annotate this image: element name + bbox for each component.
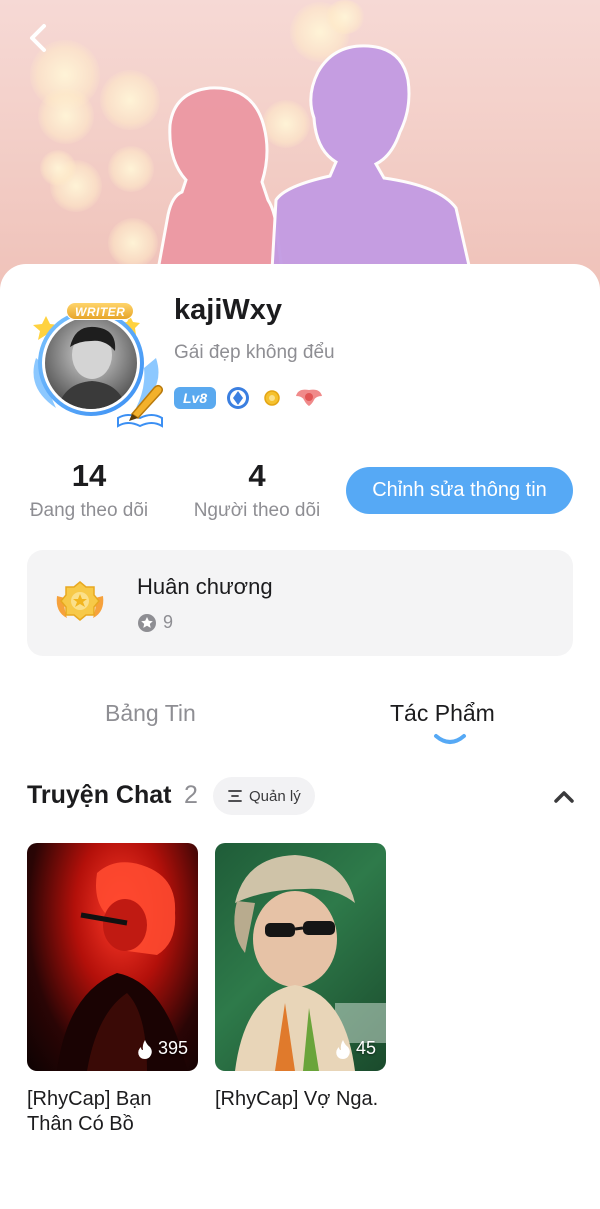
story-views-count: 45 [355, 1038, 376, 1058]
followers-count: 4 [248, 458, 266, 493]
medals-count: 9 [163, 612, 174, 632]
story-title: [RhyCap] Bạn Thân Có Bồ [27, 1088, 152, 1135]
fire-icon [336, 1039, 350, 1059]
followers-label: Người theo dõi [193, 500, 321, 521]
manage-button[interactable]: Quản lý [213, 777, 315, 815]
chevron-up-icon [554, 791, 574, 803]
collapse-button[interactable] [550, 783, 578, 811]
story-views: 395 [137, 1038, 188, 1059]
bio: Gái đẹp không đểu [174, 342, 335, 363]
tab-works[interactable]: Tác Phẩm [390, 700, 495, 727]
profile-cover-banner [0, 0, 600, 300]
chevron-left-icon [30, 24, 46, 52]
story-views: 45 [335, 1038, 376, 1059]
following-count: 14 [71, 458, 107, 493]
story-card[interactable]: 395 [RhyCap] Bạn Thân Có Bồ [27, 843, 198, 1137]
medals-count-row: 9 [137, 612, 173, 633]
manage-label: Quản lý [249, 787, 301, 805]
coin-badge-icon[interactable] [260, 386, 284, 410]
pen-and-book-icon [117, 384, 164, 428]
story-cover-image: 395 [27, 843, 198, 1071]
story-cover-figure [234, 855, 386, 1071]
back-button[interactable] [18, 18, 58, 58]
level-badge[interactable]: Lv8 [174, 387, 217, 409]
star-coin-icon [138, 613, 156, 632]
badge-row: Lv8 [174, 386, 324, 410]
username: kajiWxy [174, 294, 282, 326]
diamond-badge-icon[interactable] [226, 386, 250, 410]
section-title: Truyện Chat [27, 781, 172, 809]
sort-icon [228, 790, 242, 802]
medals-panel[interactable]: Huân chương 9 [27, 550, 573, 656]
story-views-count: 395 [157, 1038, 188, 1058]
following-label: Đang theo dõi [29, 500, 149, 521]
profile-card: WRITER kajiWxy Gái đẹp không đểu Lv8 14 … [0, 264, 600, 1209]
following-stat[interactable]: 14 Đang theo dõi [27, 458, 151, 522]
story-title: [RhyCap] Vợ Nga. [215, 1088, 379, 1110]
section-count: 2 [184, 781, 198, 809]
fire-icon [138, 1039, 152, 1059]
couple-silhouette-illustration [156, 44, 472, 272]
avatar[interactable]: WRITER [26, 298, 166, 428]
writer-tag: WRITER [66, 302, 135, 320]
followers-stat[interactable]: 4 Người theo dõi [191, 458, 323, 522]
active-tab-indicator [434, 734, 466, 744]
edit-profile-button[interactable]: Chỉnh sửa thông tin [346, 467, 573, 514]
tab-news-feed[interactable]: Bảng Tin [105, 700, 196, 727]
medals-title: Huân chương [137, 574, 273, 599]
medal-icon [56, 581, 104, 621]
story-cover-image: 45 [215, 843, 386, 1071]
story-cover-figure [57, 862, 187, 1071]
story-card[interactable]: 45 [RhyCap] Vợ Nga. [215, 843, 386, 1112]
wings-badge-icon[interactable] [294, 386, 324, 410]
